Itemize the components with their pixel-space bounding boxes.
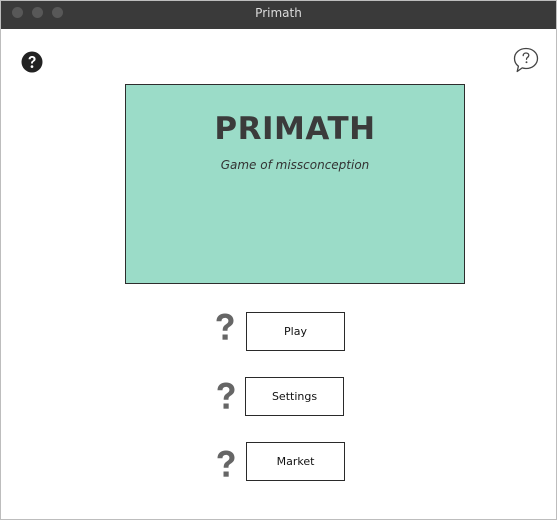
game-title: PRIMATH [214, 111, 376, 147]
settings-button[interactable]: Settings [245, 377, 344, 416]
speech-bubble-question-icon[interactable] [512, 46, 540, 74]
settings-help-icon[interactable] [213, 380, 239, 414]
title-banner: PRIMATH Game of missconception [125, 84, 465, 284]
question-circle-icon[interactable] [21, 51, 43, 73]
market-button-label: Market [276, 455, 315, 468]
play-button[interactable]: Play [246, 312, 345, 351]
window-title: Primath [255, 6, 302, 20]
play-help-icon[interactable] [212, 311, 238, 345]
game-subtitle: Game of missconception [220, 158, 370, 172]
market-button[interactable]: Market [246, 442, 345, 481]
market-help-icon[interactable] [213, 448, 239, 482]
title-bar[interactable]: Primath [1, 1, 556, 29]
app-window: Primath PRIMATH Game of missconception P… [0, 0, 557, 520]
settings-button-label: Settings [271, 390, 318, 403]
play-button-label: Play [284, 325, 307, 338]
